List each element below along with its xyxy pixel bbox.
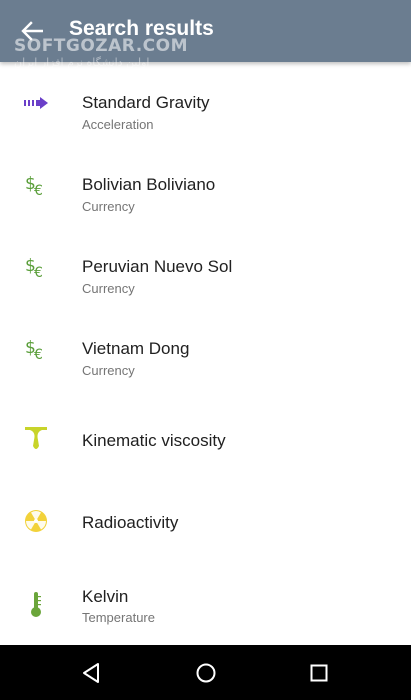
list-item[interactable]: Kinematic viscosity <box>0 390 411 472</box>
thermometer-icon <box>22 590 50 618</box>
currency-icon: $ € <box>22 335 50 363</box>
radioactivity-icon <box>22 507 50 535</box>
svg-text:€: € <box>34 183 43 198</box>
result-subtitle: Temperature <box>82 610 155 625</box>
result-title: Standard Gravity <box>82 93 210 112</box>
result-title: Radioactivity <box>82 513 179 532</box>
results-list: Standard Gravity Acceleration $ € Bolivi… <box>0 62 411 645</box>
result-subtitle: Currency <box>82 281 135 296</box>
result-title: Vietnam Dong <box>82 339 190 358</box>
nav-back-button[interactable] <box>71 655 111 690</box>
watermark: SOFTGOZAR.COM <box>14 36 189 56</box>
svg-text:€: € <box>34 347 43 362</box>
nav-home-icon <box>196 663 216 682</box>
result-subtitle: Acceleration <box>82 117 154 132</box>
list-item[interactable]: Standard Gravity Acceleration <box>0 62 411 144</box>
viscosity-drop-icon <box>22 425 50 453</box>
nav-back-icon <box>83 662 99 683</box>
list-item[interactable]: $ € Bolivian Boliviano Currency <box>0 144 411 226</box>
watermark-subtitle: اولین دانشگاه نرم افزار ایران <box>14 56 150 69</box>
acceleration-arrow-icon <box>22 89 50 117</box>
list-item[interactable]: Kelvin Temperature <box>0 554 411 636</box>
result-title: Peruvian Nuevo Sol <box>82 257 233 276</box>
result-title: Kinematic viscosity <box>82 431 226 450</box>
svg-text:€: € <box>34 265 43 280</box>
result-title: Bolivian Boliviano <box>82 175 216 194</box>
currency-icon: $ € <box>22 171 50 199</box>
list-item[interactable]: $ € Peruvian Nuevo Sol Currency <box>0 226 411 308</box>
list-item[interactable]: $ € Vietnam Dong Currency <box>0 308 411 390</box>
app-bar: Search results SOFTGOZAR.COM <box>0 0 411 62</box>
result-title: Kelvin <box>82 587 129 606</box>
list-item[interactable]: Radioactivity <box>0 472 411 554</box>
nav-recents-icon <box>310 664 328 681</box>
result-subtitle: Currency <box>82 363 135 378</box>
system-nav-bar <box>0 645 411 700</box>
result-subtitle: Currency <box>82 199 135 214</box>
nav-recents-button[interactable] <box>299 655 339 690</box>
currency-icon: $ € <box>22 253 50 281</box>
nav-home-button[interactable] <box>186 655 226 690</box>
